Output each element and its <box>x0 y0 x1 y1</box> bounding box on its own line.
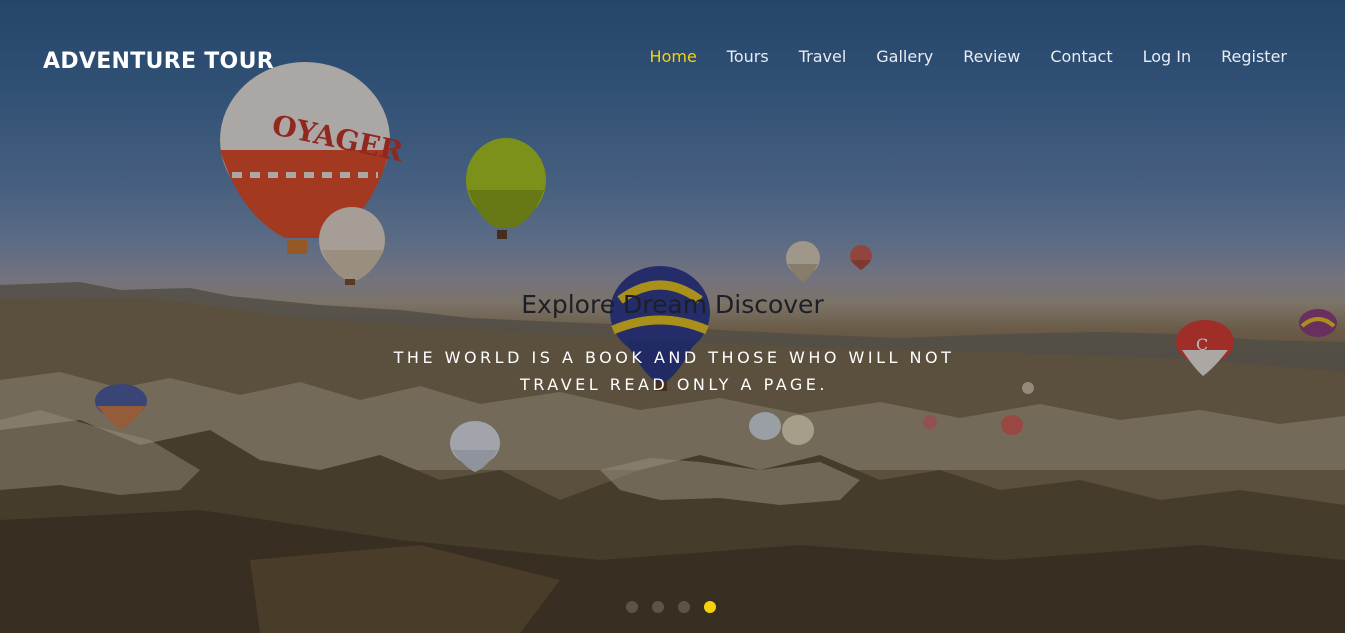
nav-item-contact[interactable]: Contact <box>1050 47 1112 66</box>
carousel-dot-4[interactable] <box>704 601 716 613</box>
brand-logo[interactable]: ADVENTURE TOUR <box>43 49 274 74</box>
carousel-dot-1[interactable] <box>626 601 638 613</box>
carousel-indicators <box>626 601 730 613</box>
nav-item-review[interactable]: Review <box>963 47 1020 66</box>
nav-item-home[interactable]: Home <box>650 47 697 66</box>
hero-section: OYAGER C ADVENTURE TOUR Home Tours Trave… <box>0 0 1345 633</box>
nav-item-gallery[interactable]: Gallery <box>876 47 933 66</box>
hero-quote: THE WORLD IS A BOOK AND THOSE WHO WILL N… <box>393 348 955 394</box>
nav-item-login[interactable]: Log In <box>1143 47 1192 66</box>
nav-item-tours[interactable]: Tours <box>727 47 769 66</box>
carousel-dot-2[interactable] <box>652 601 664 613</box>
main-nav: Home Tours Travel Gallery Review Contact… <box>620 47 1287 66</box>
nav-item-register[interactable]: Register <box>1221 47 1287 66</box>
nav-item-travel[interactable]: Travel <box>799 47 847 66</box>
carousel-dot-3[interactable] <box>678 601 690 613</box>
hero-title: Explore Dream Discover <box>521 290 824 319</box>
